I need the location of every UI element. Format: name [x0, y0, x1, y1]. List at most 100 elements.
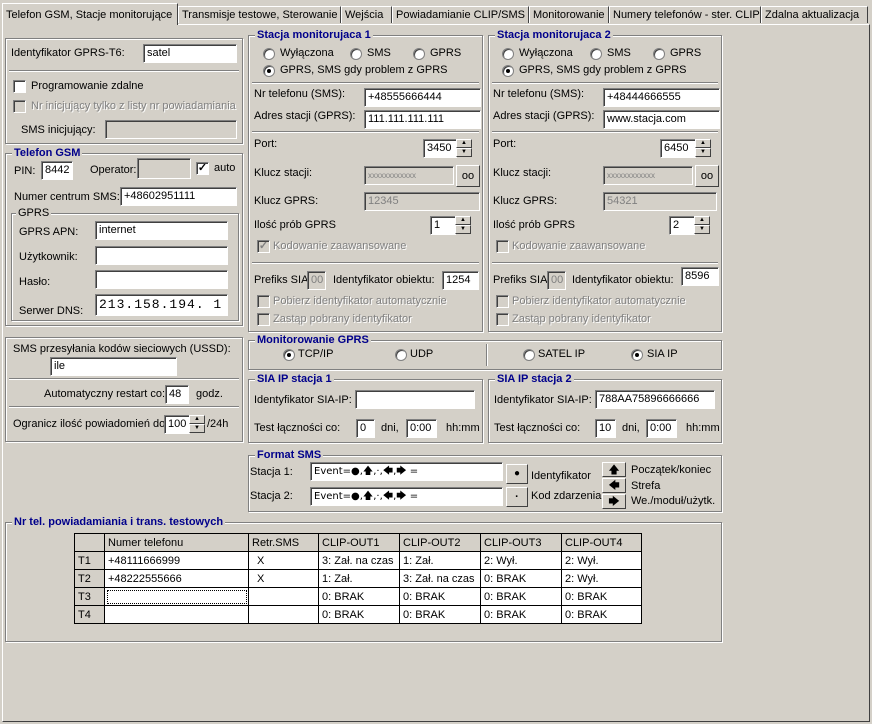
station1-gprs-radio[interactable] [413, 48, 425, 60]
table-cell[interactable] [104, 605, 249, 624]
limit-spinner[interactable]: ▲ ▼ [189, 415, 205, 434]
station1-replace-checkbox[interactable] [257, 313, 270, 326]
station2-addr-input[interactable]: www.stacja.com [603, 110, 720, 129]
station1-getid-checkbox[interactable] [257, 295, 270, 308]
table-cell[interactable]: 3: Zał. na czas [318, 551, 400, 570]
station2-objid-input[interactable]: 8596 [681, 267, 719, 286]
table-cell[interactable]: 2: Wył. [561, 551, 642, 570]
table-cell[interactable]: 0: BRAK [480, 605, 562, 624]
station1-addr-input[interactable]: 111.111.111.111 [364, 110, 481, 129]
format-st2-input[interactable]: Event=●,🡅,·,🡄,🡆 = [310, 487, 503, 506]
spin-up-icon[interactable]: ▲ [694, 216, 710, 225]
spin-up-icon[interactable]: ▲ [456, 139, 472, 148]
sia2-days-input[interactable]: 10 [595, 419, 616, 438]
satel-ip-radio[interactable] [523, 349, 535, 361]
station2-getid-checkbox[interactable] [496, 295, 509, 308]
station2-replace-checkbox[interactable] [496, 313, 509, 326]
tab-remote-update[interactable]: Zdalna aktualizacja [761, 6, 868, 23]
sia-ip-radio[interactable] [631, 349, 643, 361]
table-cell[interactable]: 1: Zał. [318, 569, 400, 588]
user-input[interactable] [95, 246, 228, 265]
station2-gprs-radio[interactable] [653, 48, 665, 60]
station2-prefix-input[interactable]: 00 [547, 271, 566, 290]
station2-tries-spinner[interactable]: ▲ ▼ [694, 216, 710, 235]
table-cell[interactable]: 0: BRAK [399, 605, 481, 624]
sia1-time-input[interactable]: 0:00 [406, 419, 437, 438]
station1-phone-input[interactable]: +48555666444 [364, 88, 481, 107]
station1-keygprs-input[interactable]: 12345 [364, 192, 480, 211]
password-input[interactable] [95, 270, 228, 289]
station2-both-radio[interactable] [502, 65, 514, 77]
station2-port-spinner[interactable]: ▲ ▼ [695, 139, 711, 158]
station1-tries-input[interactable]: 1 [430, 216, 456, 235]
spin-up-icon[interactable]: ▲ [455, 216, 471, 225]
sia1-days-input[interactable]: 0 [356, 419, 375, 438]
tab-clip-sms[interactable]: Powiadamianie CLIP/SMS [392, 6, 529, 23]
insert-identifier-button[interactable]: ● [506, 464, 528, 484]
table-cell[interactable]: 0: BRAK [561, 587, 642, 606]
station1-port-input[interactable]: 3450 [423, 139, 457, 158]
gprs-id-input[interactable]: satel [143, 44, 237, 63]
tcp-radio[interactable] [283, 349, 295, 361]
station2-tries-input[interactable]: 2 [669, 216, 695, 235]
station2-port-input[interactable]: 6450 [660, 139, 696, 158]
station2-key-input[interactable]: xxxxxxxxxxxx [603, 166, 693, 185]
format-st1-input[interactable]: Event=●,🡅,·,🡄,🡆 = [310, 462, 503, 481]
sia2-time-input[interactable]: 0:00 [646, 419, 677, 438]
auto-checkbox[interactable]: ✓ [196, 162, 209, 175]
table-cell[interactable]: +48222555666 [104, 569, 249, 588]
spin-down-icon[interactable]: ▼ [694, 225, 710, 234]
station2-adv-checkbox[interactable] [496, 240, 509, 253]
station1-port-spinner[interactable]: ▲ ▼ [456, 139, 472, 158]
apn-input[interactable]: internet [95, 221, 228, 240]
table-cell[interactable] [248, 605, 319, 624]
tab-monitoring[interactable]: Monitorowanie [529, 6, 609, 23]
table-cell[interactable]: X [248, 569, 319, 588]
table-cell[interactable]: 3: Zał. na czas [399, 569, 481, 588]
table-cell[interactable]: 0: BRAK [480, 569, 562, 588]
table-cell[interactable]: 0: BRAK [480, 587, 562, 606]
table-cell[interactable]: 0: BRAK [561, 605, 642, 624]
table-cell[interactable] [248, 587, 319, 606]
station1-objid-input[interactable]: 1254 [442, 271, 479, 290]
insert-zone-button[interactable]: 🡄 [602, 478, 626, 493]
station2-keygprs-input[interactable]: 54321 [603, 192, 717, 211]
table-cell[interactable]: 0: BRAK [399, 587, 481, 606]
insert-input-module-user-button[interactable]: 🡆 [602, 494, 626, 509]
dns-input[interactable]: 213.158.194. 1 [95, 294, 228, 316]
spin-up-icon[interactable]: ▲ [695, 139, 711, 148]
station1-tries-spinner[interactable]: ▲ ▼ [455, 216, 471, 235]
spin-down-icon[interactable]: ▼ [695, 148, 711, 157]
spin-up-icon[interactable]: ▲ [189, 415, 205, 424]
ussd-input[interactable]: ile [50, 357, 177, 376]
table-cell[interactable]: 1: Zał. [399, 551, 481, 570]
limit-input[interactable]: 100 [164, 415, 190, 434]
restart-input[interactable]: 48 [165, 385, 189, 404]
station1-prefix-input[interactable]: 00 [307, 271, 326, 290]
insert-event-code-button[interactable]: · [506, 487, 528, 507]
station1-show-key-button[interactable]: oo [456, 165, 480, 187]
tab-phone-numbers[interactable]: Numery telefonów - ster. CLIP [609, 6, 761, 23]
tab-test-transmissions[interactable]: Transmisje testowe, Sterowanie [178, 6, 341, 23]
station2-off-radio[interactable] [502, 48, 514, 60]
station1-both-radio[interactable] [263, 65, 275, 77]
sia1-id-input[interactable] [355, 390, 475, 409]
pin-input[interactable]: 8442 [41, 161, 73, 180]
insert-start-end-button[interactable]: 🡅 [602, 462, 626, 477]
tab-gsm-stations[interactable]: Telefon GSM, Stacje monitorujące [2, 3, 178, 25]
tab-inputs[interactable]: Wejścia [341, 6, 392, 23]
sms-init-input[interactable] [105, 120, 237, 139]
spin-down-icon[interactable]: ▼ [189, 424, 205, 433]
station1-key-input[interactable]: xxxxxxxxxxxx [364, 166, 454, 185]
table-cell[interactable] [104, 587, 249, 606]
table-cell[interactable]: X [248, 551, 319, 570]
udp-radio[interactable] [395, 349, 407, 361]
station2-sms-radio[interactable] [590, 48, 602, 60]
spin-down-icon[interactable]: ▼ [455, 225, 471, 234]
spin-down-icon[interactable]: ▼ [456, 148, 472, 157]
remote-programming-checkbox[interactable] [13, 80, 26, 93]
table-cell[interactable]: 0: BRAK [318, 587, 400, 606]
init-list-checkbox[interactable] [13, 100, 26, 113]
table-cell[interactable]: +48111666999 [104, 551, 249, 570]
table-cell[interactable]: 0: BRAK [318, 605, 400, 624]
